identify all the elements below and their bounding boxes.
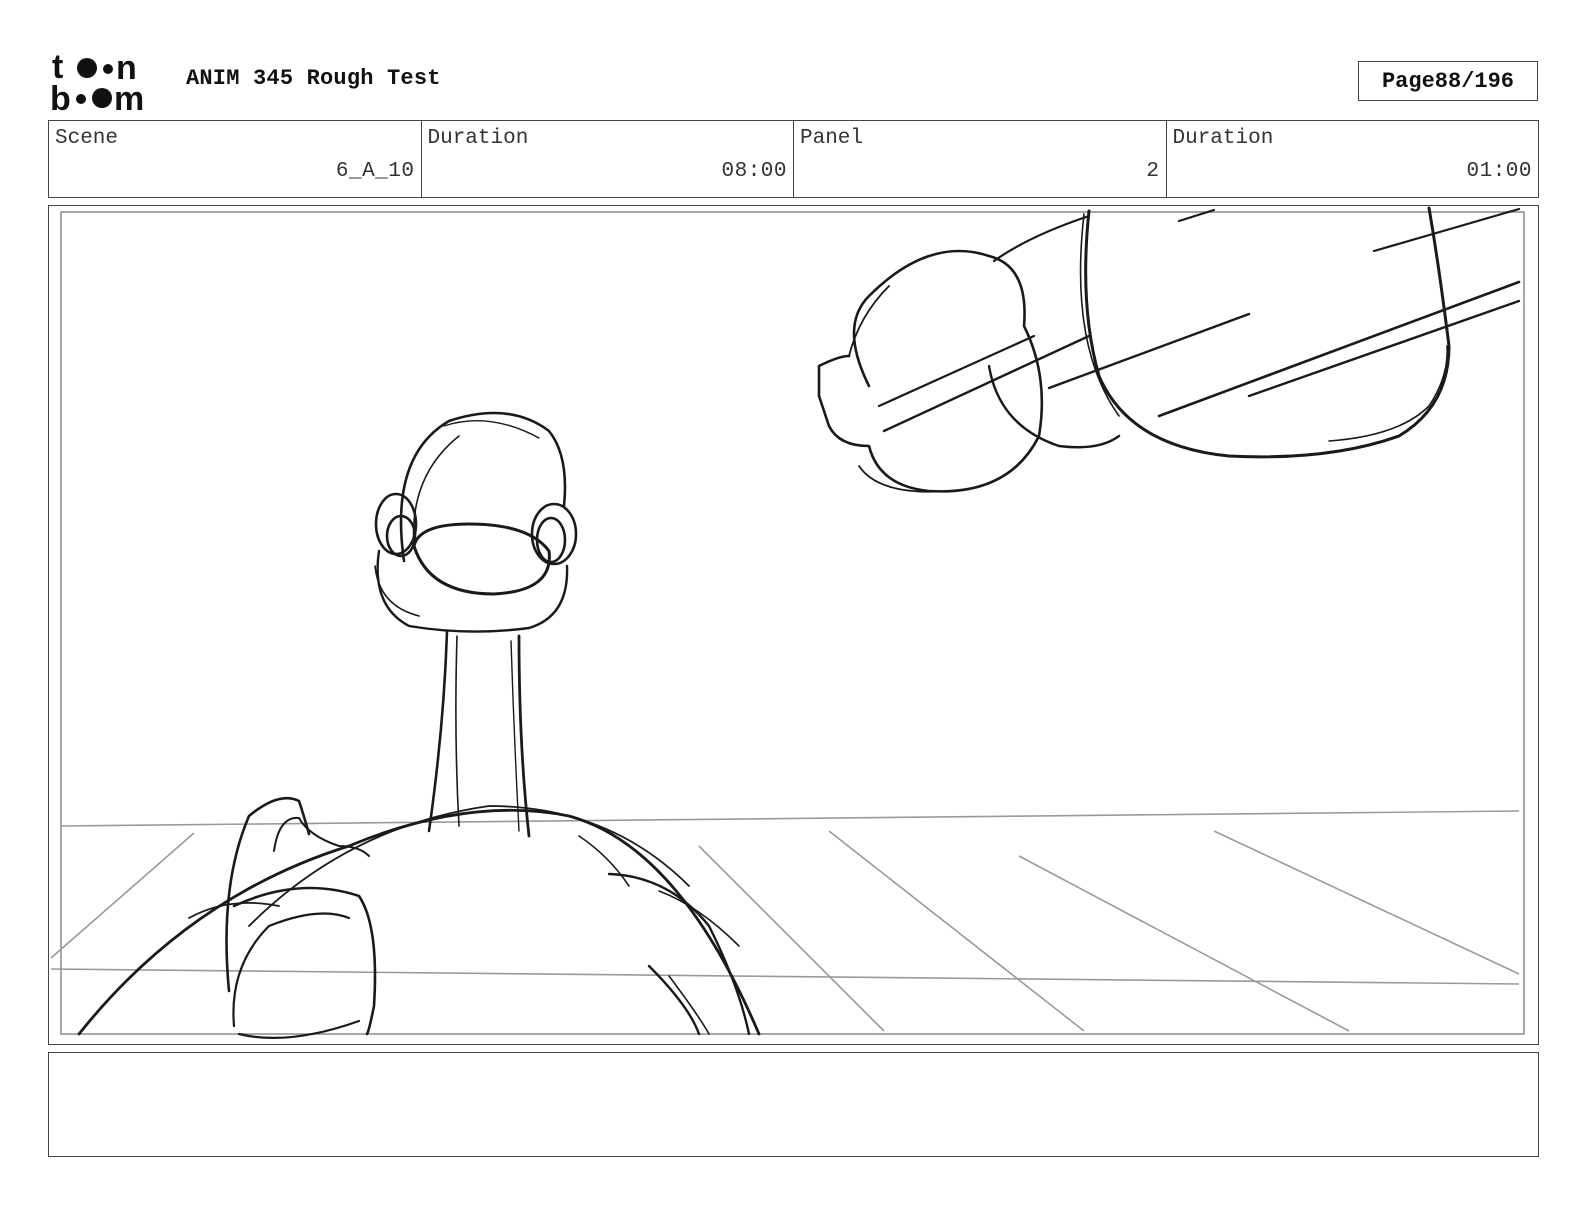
svg-text:b: b — [50, 80, 71, 114]
safe-area-frame — [60, 211, 1525, 1035]
panel-cell: Panel 2 — [794, 121, 1167, 197]
scene-value: 6_A_10 — [335, 160, 415, 183]
scene-duration-cell: Duration 08:00 — [422, 121, 794, 197]
scene-info-row: Scene 6_A_10 Duration 08:00 Panel 2 Dura… — [48, 120, 1539, 198]
panel-value: 2 — [1146, 160, 1160, 183]
foreground-object-sketch — [817, 206, 1521, 493]
storyboard-panel — [48, 205, 1539, 1045]
scene-cell: Scene 6_A_10 — [49, 121, 422, 197]
character-sketch — [77, 411, 761, 1039]
page-indicator: Page 88/196 — [1358, 61, 1538, 101]
scene-duration-label: Duration — [427, 127, 529, 150]
svg-text:m: m — [114, 80, 144, 114]
panel-label: Panel — [800, 127, 864, 150]
floor-guides — [50, 810, 1520, 1032]
toon-boom-logo: t n b m — [50, 48, 166, 118]
panel-sketch — [50, 206, 1525, 1039]
panel-duration-value: 01:00 — [1466, 160, 1532, 183]
logo-graphic: t n b m — [50, 48, 144, 118]
scene-label: Scene — [55, 127, 119, 150]
scene-duration-value: 08:00 — [721, 160, 787, 183]
page-number: 88/196 — [1434, 68, 1515, 94]
page-label: Page — [1381, 68, 1435, 94]
document-title: ANIM 345 Rough Test — [186, 66, 441, 91]
panel-duration-label: Duration — [1172, 127, 1274, 150]
panel-notes-box — [48, 1052, 1539, 1157]
panel-duration-cell: Duration 01:00 — [1167, 121, 1539, 197]
